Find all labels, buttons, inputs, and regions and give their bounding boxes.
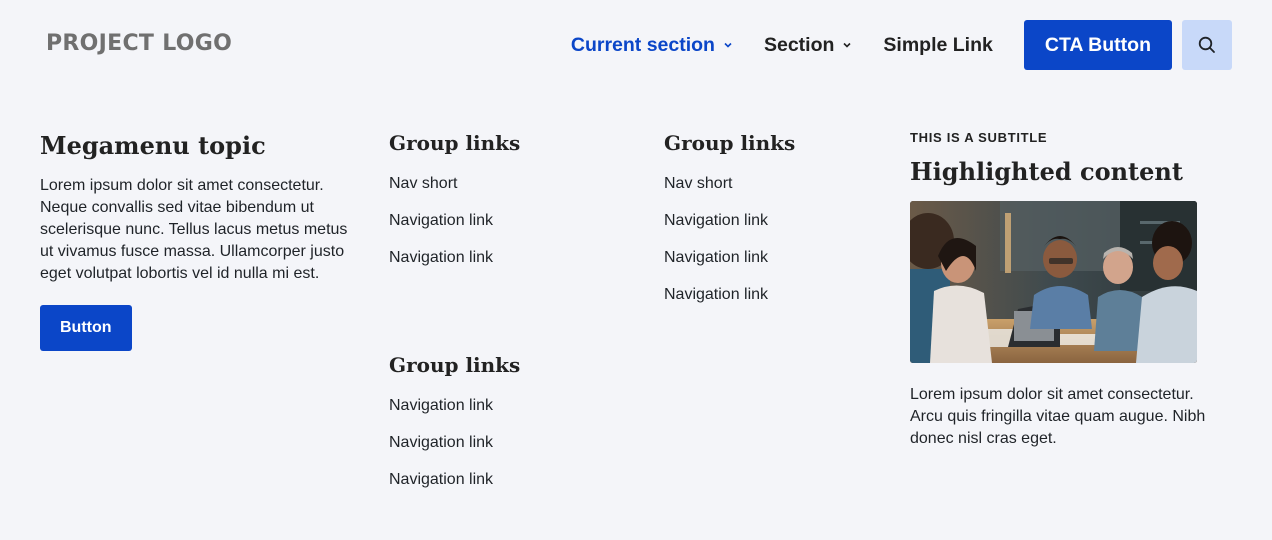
megamenu-topic: Megamenu topic Lorem ipsum dolor sit ame… [40,130,360,351]
highlight-description: Lorem ipsum dolor sit amet consectetur. … [910,386,1206,447]
cta-button[interactable]: CTA Button [1023,20,1172,70]
team-meeting-illustration [910,201,1197,363]
group-title: Group links [664,131,796,155]
topic-title: Megamenu topic [40,131,266,160]
nav-simple-link-label: Simple Link [883,33,993,56]
nav-link[interactable]: Navigation link [664,247,904,284]
nav-section[interactable]: Section [764,34,852,57]
project-logo[interactable]: PROJECT LOGO [46,31,232,56]
nav-link[interactable]: Navigation link [389,210,629,247]
nav-link[interactable]: Navigation link [389,432,629,469]
nav-simple-link[interactable]: Simple Link [883,34,992,57]
nav-current-section-label: Current section [570,33,715,56]
highlight-title: Highlighted content [910,157,1183,186]
search-button[interactable] [1182,20,1232,70]
topic-description: Lorem ipsum dolor sit amet consectetur. … [40,177,348,282]
group-title: Group links [389,353,521,377]
group-title: Group links [389,131,521,155]
nav-link[interactable]: Navigation link [389,247,629,284]
nav-current-section[interactable]: Current section [571,34,733,57]
link-group-1: Group links Nav short Navigation link Na… [389,130,629,284]
nav-link[interactable]: Navigation link [389,469,629,506]
nav-section-label: Section [763,33,835,56]
link-group-2: Group links Navigation link Navigation l… [389,352,629,506]
nav-link[interactable]: Navigation link [664,284,904,321]
highlight-image[interactable] [910,201,1197,363]
main-nav: Current section Section Simple Link CTA … [571,20,1232,70]
link-group-3: Group links Nav short Navigation link Na… [664,130,904,321]
search-icon [1198,36,1215,53]
nav-link[interactable]: Navigation link [389,395,629,432]
highlight-subtitle: This is a subtitle [910,130,1048,145]
nav-link[interactable]: Navigation link [664,210,904,247]
chevron-down-icon [724,42,732,48]
nav-link[interactable]: Nav short [664,173,904,210]
nav-link[interactable]: Nav short [389,173,629,210]
site-header: PROJECT LOGO Current section Section Sim… [0,0,1272,90]
chevron-down-icon [843,42,851,48]
highlighted-content: This is a subtitle Highlighted content [910,130,1230,450]
topic-button[interactable]: Button [40,305,132,351]
